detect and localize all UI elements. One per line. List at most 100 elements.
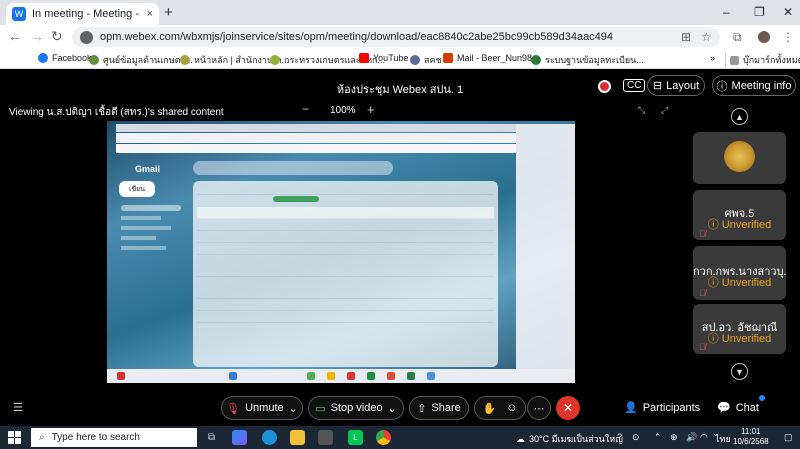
task-view-icon[interactable]: ⧉ — [204, 430, 219, 445]
participant-tile[interactable]: สป.อว. อัชฌาณี ⓘ Unverified 🎙̸ — [693, 304, 786, 354]
restore-button[interactable]: ❐ — [754, 5, 765, 19]
bookmark-item[interactable]: Mail - Beer_Nun98... — [443, 53, 540, 63]
zoom-in-button[interactable]: + — [367, 102, 375, 117]
address-bar-row: ← → ↻ opm.webex.com/wbxmjs/joinservice/s… — [0, 25, 800, 49]
shared-browser-tabs — [116, 124, 516, 132]
notifications-icon[interactable]: ▢ — [784, 432, 793, 443]
bookmark-item[interactable]: ระบบฐานข้อมูลทะเบียน... — [531, 53, 644, 67]
captions-button[interactable]: CC — [623, 79, 646, 92]
zoom-out-button[interactable]: − — [302, 102, 309, 116]
shared-app-icon — [117, 372, 125, 380]
mail-toolbar — [197, 185, 494, 195]
bookmarks-overflow[interactable]: » — [710, 53, 715, 63]
layout-label: Layout — [666, 79, 700, 92]
edge-icon[interactable] — [262, 430, 277, 445]
layout-icon: ⊟ — [652, 80, 663, 92]
site-info-icon[interactable] — [80, 30, 93, 44]
profile-avatar[interactable] — [758, 31, 770, 43]
mail-row — [197, 207, 494, 219]
fit-window-icon[interactable]: ⤡ — [638, 105, 645, 116]
bookmark-star-icon[interactable]: ☆ — [701, 30, 712, 44]
device-icon[interactable]: ⊕ — [670, 432, 678, 443]
wifi-icon[interactable]: ◠ — [700, 432, 708, 443]
scroll-up-button[interactable]: ▲ — [731, 108, 748, 125]
bookmark-label: ระบบฐานข้อมูลทะเบียน... — [545, 55, 644, 65]
shared-screen[interactable]: Gmail เขียน — [107, 121, 575, 383]
scroll-down-button[interactable]: ▼ — [731, 363, 748, 380]
site-icon — [531, 55, 541, 65]
more-dots-icon: ⋯ — [533, 402, 545, 415]
settings-icon[interactable]: ☰ — [13, 401, 23, 414]
gmail-logo: Gmail — [135, 164, 161, 174]
all-bookmarks[interactable]: บุ๊กมาร์กทั้งหมด — [725, 53, 800, 67]
forward-arrow-icon[interactable]: → — [30, 28, 44, 44]
clock[interactable]: 11:01 10/6/2568 — [733, 427, 769, 447]
leave-meeting-button[interactable]: ✕ — [556, 396, 580, 420]
shared-app-icon — [347, 372, 355, 380]
chevron-more-icon: » — [710, 53, 716, 63]
unmute-button[interactable]: 🎙 Unmute ⌄ — [221, 396, 303, 420]
tab-close-icon[interactable]: × — [147, 8, 153, 20]
layout-button[interactable]: ⊟ Layout — [647, 75, 705, 96]
zoom-level: 100% — [330, 105, 356, 116]
stop-video-button[interactable]: ▭ Stop video ⌄ — [308, 396, 404, 420]
weather-text: 30°C มีเมฆเป็นส่วนใหญ่ — [529, 434, 623, 444]
store-icon[interactable] — [318, 430, 333, 445]
emoji-reaction-icon[interactable]: ☺ — [506, 402, 517, 414]
chrome-icon[interactable] — [376, 430, 391, 445]
unmute-label: Unmute — [245, 402, 284, 414]
reload-icon[interactable]: ↻ — [51, 28, 63, 45]
network-icon[interactable]: ⊙ — [632, 432, 640, 443]
menu-dots-icon[interactable]: ⋮ — [782, 30, 794, 44]
share-button[interactable]: ⇧ Share — [409, 396, 469, 420]
shared-app-icon — [427, 372, 435, 380]
participant-tile[interactable]: ศพจ.5 ⓘ Unverified 🎙̸ — [693, 190, 786, 240]
meeting-info-button[interactable]: ⓘ Meeting info — [712, 75, 796, 96]
raise-hand-icon[interactable]: ✋ — [483, 402, 497, 415]
translate-icon[interactable]: ⊞ — [681, 30, 691, 44]
bookmark-item[interactable]: ศูนย์ข้อมูลด้านเกษตร... — [89, 53, 193, 67]
mail-row — [197, 311, 494, 323]
chevron-down-icon[interactable]: ⌄ — [388, 402, 397, 415]
close-window-button[interactable]: ✕ — [783, 5, 793, 19]
participants-button[interactable]: 👤 Participants — [624, 401, 700, 415]
bookmark-item[interactable]: Facebook — [38, 53, 92, 63]
copilot-icon[interactable] — [232, 430, 247, 445]
chat-unread-badge — [759, 395, 765, 401]
participant-status: ⓘ Unverified — [707, 277, 772, 289]
line-icon[interactable]: L — [348, 430, 363, 445]
tray-overflow-icon[interactable]: ⌃ — [654, 432, 662, 443]
chevron-down-icon[interactable]: ⌄ — [289, 402, 298, 415]
webex-meeting: ห้องประชุม Webex สปน. 1 CC ⊟ Layout ⓘ Me… — [0, 69, 800, 426]
file-explorer-icon[interactable] — [290, 430, 305, 445]
muted-mic-icon: 🎙̸ — [699, 229, 706, 239]
participant-tile[interactable] — [693, 132, 786, 184]
video-camera-icon: ▭ — [315, 402, 326, 415]
info-icon: ⓘ — [716, 80, 728, 93]
minimize-button[interactable]: – — [723, 5, 730, 19]
extensions-icon[interactable]: ⧉ — [733, 30, 742, 45]
back-arrow-icon[interactable]: ← — [8, 28, 22, 44]
taskbar-search[interactable]: ⌕ Type here to search — [31, 428, 197, 447]
expand-icon[interactable]: ⤢ — [661, 105, 668, 116]
organization-logo — [724, 141, 755, 172]
help-icon[interactable]: ? — [617, 432, 622, 442]
bookmark-item[interactable]: สคช — [410, 53, 442, 67]
webex-tab-icon: W — [12, 7, 26, 21]
chat-button[interactable]: 💬 Chat — [717, 401, 759, 415]
participant-tile[interactable]: กวก.กพร.นางสาวบุ... ⓘ Unverified 🎙̸ — [693, 246, 786, 300]
shared-app-icon — [367, 372, 375, 380]
language-indicator[interactable]: ไทย — [715, 432, 731, 446]
more-options-button[interactable]: ⋯ — [527, 396, 551, 420]
site-icon — [410, 55, 420, 65]
clock-date: 10/6/2568 — [733, 437, 769, 446]
browser-tab[interactable]: W In meeting - Meeting - Web × — [6, 3, 159, 25]
meeting-info-label: Meeting info — [731, 79, 792, 92]
recording-icon[interactable] — [598, 80, 611, 93]
new-tab-button[interactable]: + — [164, 4, 173, 21]
windows-start-icon[interactable] — [8, 431, 21, 444]
volume-icon[interactable]: 🔊 — [686, 432, 697, 443]
bookmark-item[interactable]: YouTube — [359, 53, 408, 63]
weather-widget[interactable]: ☁ 30°C มีเมฆเป็นส่วนใหญ่ — [516, 432, 623, 446]
omnibox[interactable]: opm.webex.com/wbxmjs/joinservice/sites/o… — [72, 27, 720, 47]
